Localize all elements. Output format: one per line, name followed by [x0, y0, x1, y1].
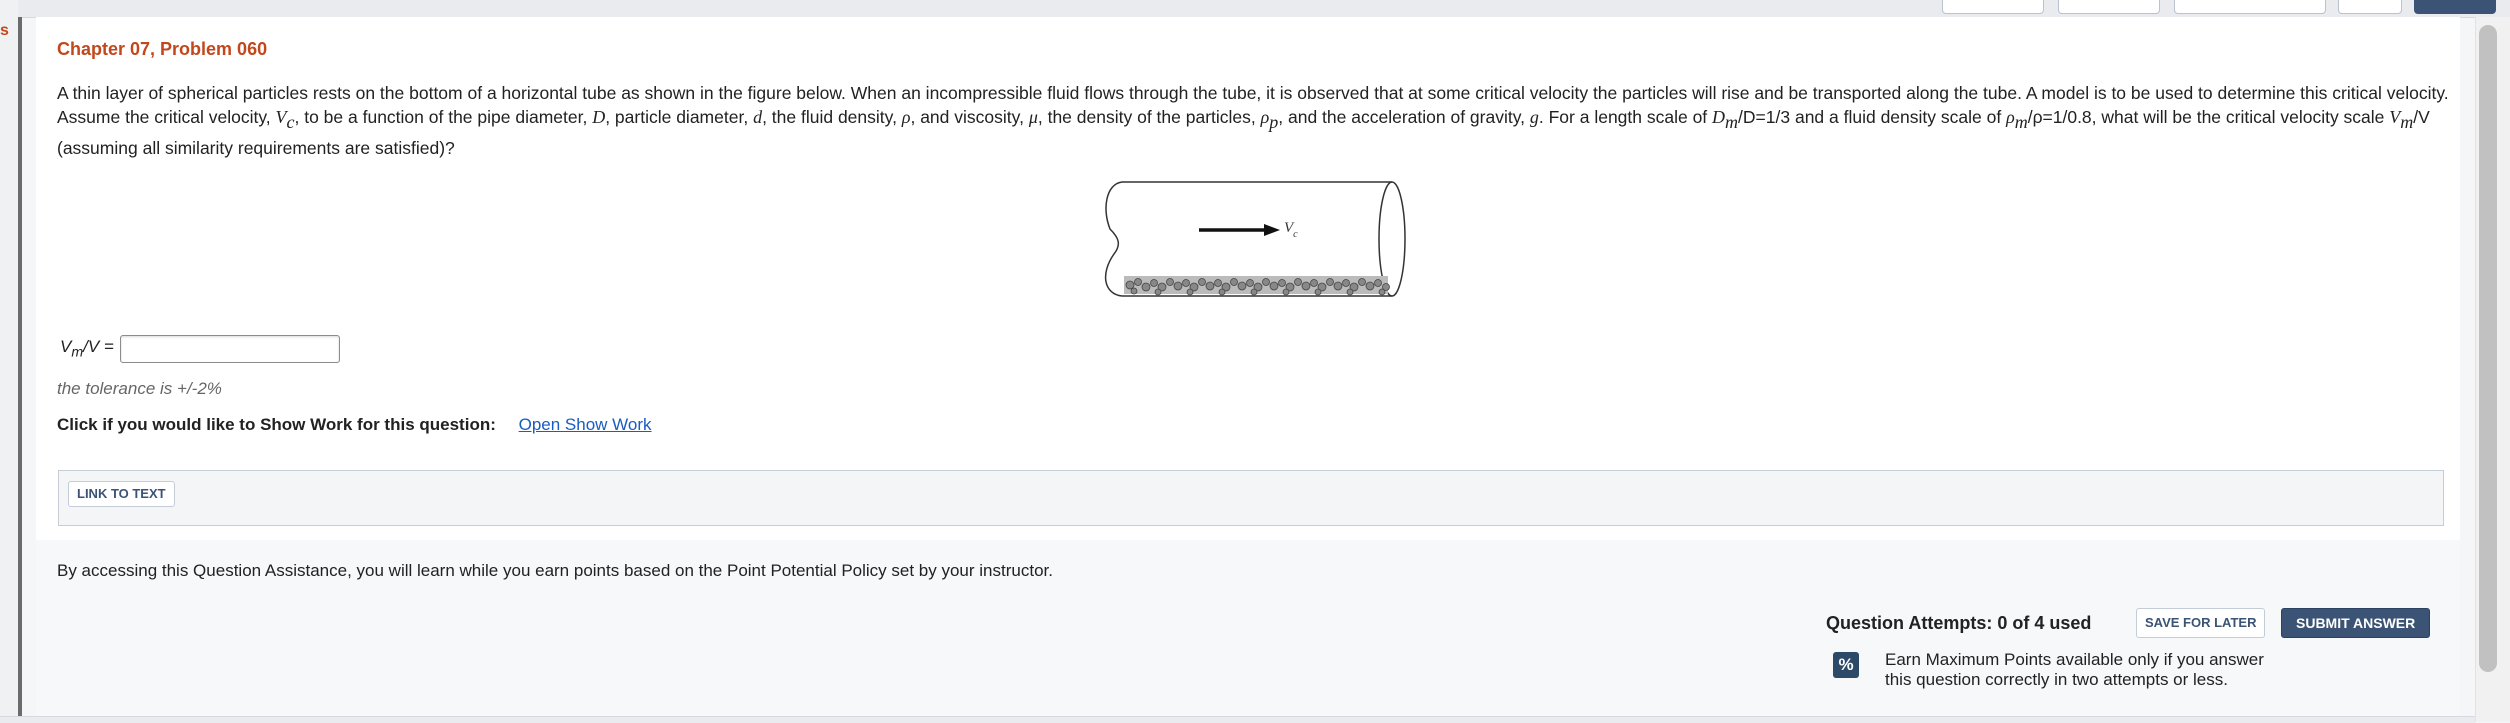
toolbar-button[interactable] [2338, 0, 2402, 14]
question-attempts: Question Attempts: 0 of 4 used [1826, 613, 2092, 633]
link-to-text-box: LINK TO TEXT [58, 470, 2444, 526]
toolbar-button[interactable] [2058, 0, 2160, 14]
percent-icon: % [1833, 652, 1859, 678]
toolbar-button[interactable] [1942, 0, 2044, 14]
tube-figure: Vc [1104, 181, 1406, 297]
earn-points-note: Earn Maximum Points available only if yo… [1885, 650, 2264, 689]
answer-input[interactable] [119, 335, 340, 363]
velocity-label: Vc [1284, 220, 1298, 240]
left-rail: s [0, 0, 18, 722]
assistance-note: By accessing this Question Assistance, y… [57, 561, 1053, 580]
answer-label: Vm/V = [60, 337, 114, 361]
answer-row: Vm/V = [60, 333, 340, 365]
next-button[interactable] [2414, 0, 2496, 14]
toolbar-button[interactable] [2174, 0, 2326, 14]
velocity-arrow-icon [1199, 224, 1280, 236]
particle-layer [1124, 276, 1390, 296]
left-rail-letter: s [0, 22, 9, 39]
question-text: A thin layer of spherical particles rest… [57, 83, 2449, 158]
scrollbar-thumb[interactable] [2479, 25, 2497, 672]
show-work-prompt: Click if you would like to Show Work for… [57, 415, 496, 434]
left-divider [18, 17, 22, 717]
tolerance-note: the tolerance is +/-2% [57, 379, 222, 398]
show-work-row: Click if you would like to Show Work for… [57, 415, 652, 435]
question-panel: Chapter 07, Problem 060 A thin layer of … [36, 17, 2460, 540]
top-toolbar [0, 0, 2510, 18]
save-for-later-button[interactable]: SAVE FOR LATER [2136, 608, 2266, 638]
open-show-work-link[interactable]: Open Show Work [519, 415, 652, 434]
question-content: Chapter 07, Problem 060 A thin layer of … [36, 17, 2460, 722]
link-to-text-button[interactable]: LINK TO TEXT [68, 481, 175, 507]
submit-answer-button[interactable]: SUBMIT ANSWER [2281, 608, 2431, 638]
problem-title: Chapter 07, Problem 060 [57, 39, 268, 59]
